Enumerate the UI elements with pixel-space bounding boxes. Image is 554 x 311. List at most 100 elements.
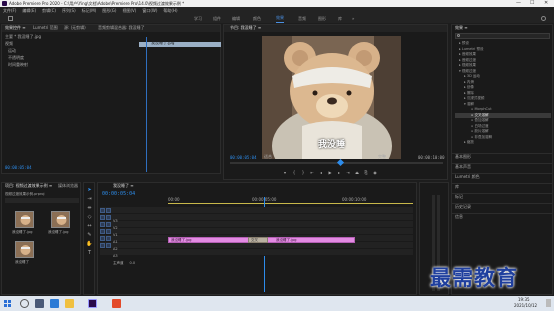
slip-tool-icon[interactable]: ↔ [86,223,93,230]
tab-media-browser[interactable]: 媒体浏览器 [58,183,78,189]
section-lumetri-color[interactable]: Lumetri 颜色 [452,173,552,183]
menu-clip[interactable]: 剪辑(C) [42,8,56,13]
track-lock-icon[interactable] [106,208,111,213]
notification-icon[interactable] [546,299,551,307]
workspace-audio[interactable]: 音频 [298,14,306,23]
marker-icon[interactable]: ▾ [282,170,288,176]
project-item-thumb-1[interactable] [15,211,34,228]
track-lock-icon[interactable] [106,215,111,220]
track-select-tool-icon[interactable]: ⇥ [86,196,93,203]
program-resolution-select[interactable]: 完整 [378,154,386,160]
tab-lumetri-scopes[interactable]: Lumetri 范围 [33,25,58,31]
maximize-button[interactable]: ☐ [530,0,534,7]
program-timecode-current[interactable]: 00:00:05:04 [230,155,257,160]
track-toggle[interactable] [100,215,105,220]
play-icon[interactable]: ▶ [327,170,333,176]
minimize-button[interactable]: — [516,0,521,7]
fx-time-remap[interactable]: 时间重映射 [8,62,28,68]
section-markers[interactable]: 标记 [452,193,552,203]
premiere-taskbar-icon[interactable] [88,299,97,308]
edge-browser-icon[interactable] [50,299,59,308]
task-view-icon[interactable] [35,299,44,308]
track-lock-icon[interactable] [106,243,111,248]
menu-help[interactable]: 帮助(H) [163,8,177,13]
search-icon[interactable] [20,299,29,308]
track-toggle[interactable] [100,229,105,234]
camera-icon[interactable]: ◉ [372,170,378,176]
menu-graphics[interactable]: 图形(G) [102,8,116,13]
tab-project[interactable]: 项目: 视频过渡效果示例 ≡ [5,183,52,189]
tab-audio-clip-mixer[interactable]: 音频剪辑混合器: 我没睡了 [98,25,145,31]
effect-controls-timecode[interactable]: 00:00:05:04 [5,165,32,170]
workspace-more[interactable]: » [352,14,354,23]
lift-icon[interactable]: ⏏ [354,170,360,176]
tab-program[interactable]: 节目: 我没睡了 ≡ [230,25,261,31]
hand-tool-icon[interactable]: ✋ [86,241,93,248]
step-back-icon[interactable]: ◂ [318,170,324,176]
menu-file[interactable]: 文件(F) [3,8,16,13]
menu-sequence[interactable]: 序列(S) [62,8,76,13]
track-toggle[interactable] [100,243,105,248]
go-to-out-icon[interactable]: ⇥ [345,170,351,176]
close-button[interactable]: ✕ [544,0,548,7]
project-item-label-3: 我没睡了 [15,260,29,264]
selection-tool-icon[interactable]: ➤ [86,187,93,194]
file-explorer-icon[interactable] [65,299,74,308]
pen-tool-icon[interactable]: ✎ [86,232,93,239]
track-lock-icon[interactable] [106,229,111,234]
master-volume-value[interactable]: 0.0 [130,261,136,265]
project-item-thumb-2[interactable] [51,211,70,228]
work-area-bar[interactable] [168,203,413,204]
tree-item-zoom[interactable]: ▸ 缩放 [455,140,551,146]
workspace-assembly[interactable]: 组件 [213,14,221,23]
workspace-learn[interactable]: 学习 [194,14,202,23]
tab-source[interactable]: 源: (无剪辑) [64,25,86,31]
track-lock-icon[interactable] [106,222,111,227]
timeline-timecode[interactable]: 00:00:05:04 [102,191,135,197]
extract-icon[interactable]: ⎘ [363,170,369,176]
section-essential-sound[interactable]: 基本声音 [452,163,552,173]
menu-marker[interactable]: 标记(M) [82,8,97,13]
section-info[interactable]: 信息 [452,213,552,223]
timeline-clip-2[interactable]: 我没睡了.jpg [255,237,355,243]
mark-in-icon[interactable]: { [291,170,297,176]
search-icon[interactable] [541,16,546,21]
tab-effect-controls[interactable]: 效果控件 ≡ [5,25,26,31]
mark-out-icon[interactable]: } [300,170,306,176]
start-button-icon[interactable] [4,300,11,307]
workspace-editing[interactable]: 编辑 [232,14,240,23]
workspace-libraries[interactable]: 库 [338,14,342,23]
fx-opacity[interactable]: 不透明度 [8,55,24,61]
home-icon[interactable] [8,16,13,21]
app-icon[interactable] [112,299,121,308]
section-essential-graphics[interactable]: 基本图形 [452,153,552,163]
tab-timeline-sequence[interactable]: 我没睡了 ≡ [113,183,134,189]
razor-tool-icon[interactable]: ◇ [86,214,93,221]
workspace-graphics[interactable]: 图形 [318,14,326,23]
track-toggle[interactable] [100,236,105,241]
step-forward-icon[interactable]: ▸ [336,170,342,176]
transition-cross-dissolve[interactable]: 交叉 [248,237,268,243]
menu-edit[interactable]: 编辑(E) [22,8,36,13]
menu-window[interactable]: 窗口(W) [142,8,157,13]
track-toggle[interactable] [100,208,105,213]
program-fit-select[interactable]: 适合 [264,154,272,160]
section-history[interactable]: 历史记录 [452,203,552,213]
clock-date[interactable]: 2021/10/12 [514,303,537,309]
playhead-line[interactable] [146,37,147,172]
menu-view[interactable]: 视图(V) [122,8,136,13]
timeline-clip-1[interactable]: 我没睡了.jpg [168,237,255,243]
workspace-color[interactable]: 颜色 [253,14,261,23]
project-search-input[interactable] [5,198,79,203]
effects-search-input[interactable] [455,33,550,39]
track-lock-icon[interactable] [106,236,111,241]
project-item-thumb-3[interactable] [15,241,34,258]
ripple-edit-tool-icon[interactable]: ⇹ [86,205,93,212]
menu-bar: 文件(F) 编辑(E) 剪辑(C) 序列(S) 标记(M) 图形(G) 视图(V) 窗口(W)… [0,7,554,14]
fx-motion[interactable]: 运动 [8,48,16,54]
track-toggle[interactable] [100,222,105,227]
go-to-in-icon[interactable]: ⇤ [309,170,315,176]
type-tool-icon[interactable]: T [86,250,93,257]
workspace-effects[interactable]: 效果 [276,14,284,23]
section-libraries[interactable]: 库 [452,183,552,193]
